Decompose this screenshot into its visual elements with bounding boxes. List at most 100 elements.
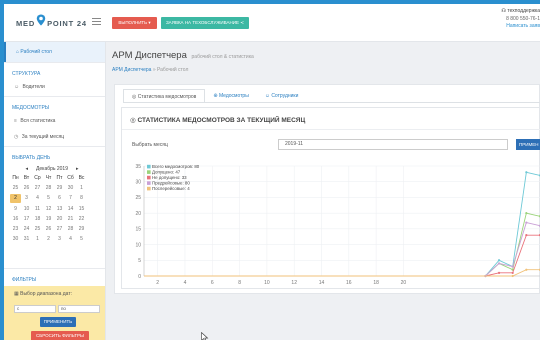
tab-checks[interactable]: ⊕ Медосмотры	[205, 89, 256, 103]
calendar-day[interactable]: 9	[10, 206, 21, 213]
x-tick-label: 8	[238, 280, 241, 286]
support-phone: 8 800 550-76-1	[506, 15, 540, 22]
calendar-day[interactable]: 20	[54, 216, 65, 223]
calendar-day[interactable]: 29	[54, 185, 65, 192]
share-icon: ≺	[240, 20, 245, 25]
legend-swatch	[147, 175, 151, 180]
date-from-input[interactable]: с	[14, 305, 56, 313]
sidebar-item-all-stats[interactable]: ≡ Вся статистика	[4, 114, 105, 130]
support-write-link[interactable]: Написать заяв	[492, 23, 540, 31]
sidebar-item-drivers[interactable]: ☺ Водители	[4, 80, 105, 96]
calendar-day[interactable]: 27	[32, 185, 43, 192]
calendar-header: ◂ Декабрь 2019 ▸	[10, 164, 94, 174]
execute-button[interactable]: ВЫПОЛНИТЬ ▾	[112, 17, 157, 29]
stats-panel: ◎ Статистика медосмотров ⊕ Медосмотры ☺ …	[114, 84, 540, 294]
calendar-next-icon[interactable]: ▸	[76, 166, 79, 172]
calendar-day[interactable]: 25	[32, 226, 43, 233]
legend-swatch	[147, 181, 151, 185]
series-point	[525, 212, 528, 215]
y-tick-label: 0	[138, 274, 141, 280]
calendar-day[interactable]: 23	[10, 226, 21, 233]
calendar-day[interactable]: 4	[32, 195, 43, 202]
legend-label: Допущено: 47	[152, 170, 181, 175]
calendar-day[interactable]: 8	[76, 195, 87, 202]
calendar-day[interactable]: 28	[43, 185, 54, 192]
calendar-day[interactable]: 16	[10, 216, 21, 223]
calendar-day[interactable]: 14	[65, 206, 76, 213]
calendar-day[interactable]: 29	[76, 226, 87, 233]
series-line	[144, 269, 540, 277]
calendar-day[interactable]: 25	[10, 185, 21, 192]
month-input[interactable]: 2019-11	[278, 139, 508, 150]
calendar: ◂ Декабрь 2019 ▸ Пн Вт Ср Чт Пт Сб Вс 25 26 27 28 2…	[4, 164, 105, 243]
calendar-day[interactable]: 26	[43, 226, 54, 233]
calendar-day[interactable]: 5	[76, 236, 87, 243]
sidebar-item-current-month[interactable]: ◷ За текущий месяц	[4, 130, 105, 146]
filter-apply-button[interactable]: ПРИМЕНИТЬ	[40, 317, 76, 327]
calendar-day[interactable]: 5	[43, 195, 54, 202]
calendar-day[interactable]: 19	[43, 216, 54, 223]
calendar-weekday: Сб	[67, 175, 74, 181]
range-label: ▦ Выбор диапазона дат:	[14, 291, 73, 297]
legend-swatch	[147, 186, 151, 191]
calendar-day[interactable]: 27	[54, 226, 65, 233]
series-point	[525, 221, 528, 224]
calendar-day[interactable]: 12	[43, 206, 54, 213]
y-tick-label: 20	[135, 211, 141, 217]
calendar-prev-icon[interactable]: ◂	[25, 166, 28, 172]
calendar-day[interactable]: 21	[65, 216, 76, 223]
legend-swatch	[147, 164, 151, 169]
calendar-day[interactable]: 17	[21, 216, 32, 223]
stats-line-chart: 0 5 10 15 20 25 30 35 2 4 6 8 10 12 14 16 18 20 Всего медо…	[135, 164, 540, 286]
calendar-day[interactable]: 18	[32, 216, 43, 223]
calendar-day[interactable]: 1	[76, 185, 87, 192]
calendar-day[interactable]: 10	[21, 206, 32, 213]
calendar-day[interactable]: 3	[21, 195, 32, 202]
y-tick-label: 25	[135, 195, 141, 201]
page-subtitle: рабочий стол & статистика	[191, 54, 254, 60]
date-to-input[interactable]: по	[58, 305, 100, 313]
calendar-day[interactable]: 31	[21, 236, 32, 243]
support-block: ☊ техподдержка 8 800 550-76-1 Написать з…	[492, 8, 540, 31]
series-point	[525, 234, 528, 237]
sidebar-item-desktop[interactable]: ⌂ Рабочий стол	[4, 42, 105, 62]
sidebar: ⌂ Рабочий стол СТРУКТУРА ☺ Водители МЕДО…	[4, 42, 106, 340]
x-tick-label: 4	[184, 280, 187, 286]
calendar-day[interactable]: 13	[54, 206, 65, 213]
x-tick-label: 18	[373, 280, 379, 286]
x-tick-label: 20	[401, 280, 407, 286]
calendar-day[interactable]: 6	[54, 195, 65, 202]
calendar-day[interactable]: 1	[32, 236, 43, 243]
series-line	[144, 234, 540, 277]
calendar-day[interactable]: 22	[76, 216, 87, 223]
calendar-day[interactable]: 2	[43, 236, 54, 243]
calendar-day[interactable]: 7	[65, 195, 76, 202]
calendar-day[interactable]: 15	[76, 206, 87, 213]
logo[interactable]: MED POINT 24	[16, 14, 87, 29]
tab-checks-stats[interactable]: ◎ Статистика медосмотров	[123, 89, 206, 103]
calendar-day[interactable]: 30	[10, 236, 21, 243]
calendar-day[interactable]: 28	[65, 226, 76, 233]
filter-reset-button[interactable]: СБРОСИТЬ ФИЛЬТРЫ	[31, 331, 89, 340]
calendar-day[interactable]: 3	[54, 236, 65, 243]
menu-toggle-icon[interactable]	[92, 18, 101, 26]
x-tick-label: 6	[211, 280, 214, 286]
maintenance-request-button[interactable]: ЗАЯВКА НА ТЕХОБСЛУЖИВАНИЕ ≺	[161, 17, 249, 29]
section-checks: МЕДОСМОТРЫ	[4, 96, 105, 114]
calendar-day[interactable]: 26	[21, 185, 32, 192]
calendar-day-selected[interactable]: 2	[10, 194, 21, 203]
calendar-weekday: Чт	[45, 175, 52, 181]
y-tick-label: 15	[135, 227, 141, 233]
breadcrumb: АРМ Диспетчера » Рабочий стол	[112, 67, 188, 73]
calendar-day[interactable]: 11	[32, 206, 43, 213]
breadcrumb-link[interactable]: АРМ Диспетчера	[112, 67, 151, 73]
series-point	[511, 271, 514, 274]
execute-button-label: ВЫПОЛНИТЬ	[118, 20, 148, 25]
legend-label: Всего медосмотров: 80	[152, 164, 200, 169]
calendar-day[interactable]: 30	[65, 185, 76, 192]
month-apply-button[interactable]: ПРИМЕН	[516, 139, 540, 150]
y-tick-label: 10	[135, 242, 141, 248]
calendar-day[interactable]: 24	[21, 226, 32, 233]
calendar-day[interactable]: 4	[65, 236, 76, 243]
tab-employees[interactable]: ☺ Сотрудники	[257, 89, 307, 103]
